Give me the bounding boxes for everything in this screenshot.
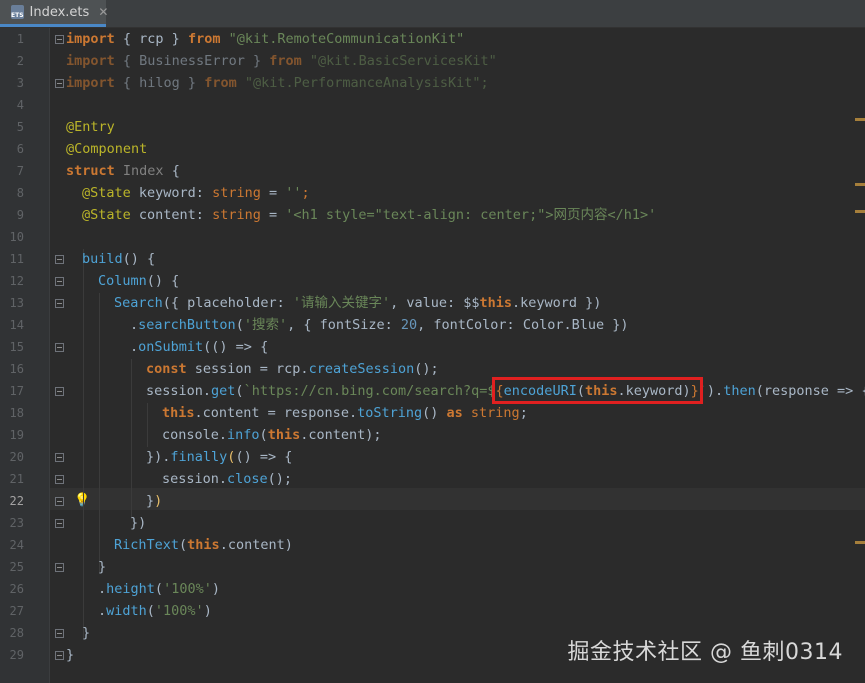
code-line-20: }).finally(() => {: [146, 449, 293, 465]
fold-icon[interactable]: [55, 343, 64, 352]
code-line-13: Search({ placeholder: '请输入关键字', value: $…: [114, 295, 602, 311]
code-line-2: import { BusinessError } from "@kit.Basi…: [66, 53, 497, 69]
scrollbar-marker[interactable]: [855, 118, 865, 121]
code-line-12: Column() {: [98, 273, 180, 289]
fold-icon[interactable]: [55, 35, 64, 44]
line-number: 17: [9, 384, 24, 398]
line-number: 18: [9, 406, 24, 420]
scrollbar-marker[interactable]: [855, 183, 865, 186]
code-line-29: }: [66, 647, 75, 663]
fold-icon[interactable]: [55, 563, 64, 572]
code-line-15: .onSubmit(() => {: [130, 339, 269, 355]
line-number: 29: [9, 648, 24, 662]
line-number: 24: [9, 538, 24, 552]
code-line-14: .searchButton('搜索', { fontSize: 20, font…: [130, 317, 629, 333]
code-line-23: }): [130, 515, 147, 531]
fold-icon[interactable]: [55, 277, 64, 286]
code-line-6: @Component: [66, 141, 148, 157]
code-line-24: RichText(this.content): [114, 537, 293, 553]
code-line-8: @State keyword: string = '';: [82, 185, 310, 201]
line-number: 20: [9, 450, 24, 464]
scrollbar-marker[interactable]: [855, 541, 865, 544]
code-line-19: console.info(this.content);: [162, 427, 382, 443]
line-number: 11: [9, 252, 24, 266]
ets-file-icon: ETS: [11, 5, 24, 19]
indent-guide: [147, 403, 148, 447]
current-line-highlight: [50, 488, 865, 510]
fold-icon[interactable]: [55, 453, 64, 462]
code-line-7: struct Index {: [66, 163, 180, 179]
code-line-1: import { rcp } from "@kit.RemoteCommunic…: [66, 31, 465, 47]
tab-index-ets[interactable]: ETS Index.ets ✕: [0, 0, 108, 27]
fold-icon[interactable]: [55, 629, 64, 638]
line-number: 2: [16, 54, 24, 68]
line-number: 19: [9, 428, 24, 442]
line-number: 25: [9, 560, 24, 574]
code-line-22: }): [146, 493, 163, 509]
fold-icon[interactable]: [55, 519, 64, 528]
line-number: 13: [9, 296, 24, 310]
code-line-25: }: [98, 559, 107, 575]
fold-icon[interactable]: [55, 497, 64, 506]
line-number: 26: [9, 582, 24, 596]
gutter-divider: [49, 28, 50, 683]
line-number: 7: [16, 164, 24, 178]
line-number: 15: [9, 340, 24, 354]
code-line-9: @State content: string = '<h1 style="tex…: [82, 207, 657, 223]
line-number: 9: [16, 208, 24, 222]
line-number: 16: [9, 362, 24, 376]
indent-guide: [99, 293, 100, 573]
code-line-18: this.content = response.toString() as st…: [162, 405, 528, 421]
close-icon[interactable]: ✕: [98, 5, 108, 19]
indent-guide: [131, 359, 132, 519]
line-number: 27: [9, 604, 24, 618]
code-line-3: import { hilog } from "@kit.PerformanceA…: [66, 75, 489, 91]
code-line-16: const session = rcp.createSession();: [146, 361, 439, 377]
line-number: 14: [9, 318, 24, 332]
line-number: 4: [16, 98, 24, 112]
indent-guide: [83, 249, 84, 639]
fold-icon[interactable]: [55, 475, 64, 484]
line-number: 10: [9, 230, 24, 244]
highlight-box: [492, 377, 703, 404]
line-number: 12: [9, 274, 24, 288]
line-number: 1: [16, 32, 24, 46]
line-number: 22: [9, 494, 24, 508]
line-number: 6: [16, 142, 24, 156]
code-line-5: @Entry: [66, 119, 115, 135]
fold-icon[interactable]: [55, 255, 64, 264]
line-number: 5: [16, 120, 24, 134]
line-number: 28: [9, 626, 24, 640]
line-number: 21: [9, 472, 24, 486]
watermark: 掘金技术社区 @ 鱼刺0314: [567, 640, 843, 665]
line-number: 3: [16, 76, 24, 90]
tab-label: Index.ets: [29, 4, 90, 20]
line-number: 23: [9, 516, 24, 530]
code-line-26: .height('100%'): [98, 581, 220, 597]
editor-tab-bar: ETS Index.ets ✕: [0, 0, 865, 28]
code-line-28: }: [82, 625, 91, 641]
code-line-21: session.close();: [162, 471, 293, 487]
code-line-27: .width('100%'): [98, 603, 212, 619]
line-number: 8: [16, 186, 24, 200]
fold-icon[interactable]: [55, 387, 64, 396]
fold-icon[interactable]: [55, 299, 64, 308]
code-line-11: build() {: [82, 251, 156, 267]
scrollbar-marker[interactable]: [855, 210, 865, 213]
fold-icon[interactable]: [55, 79, 64, 88]
fold-icon[interactable]: [55, 651, 64, 660]
